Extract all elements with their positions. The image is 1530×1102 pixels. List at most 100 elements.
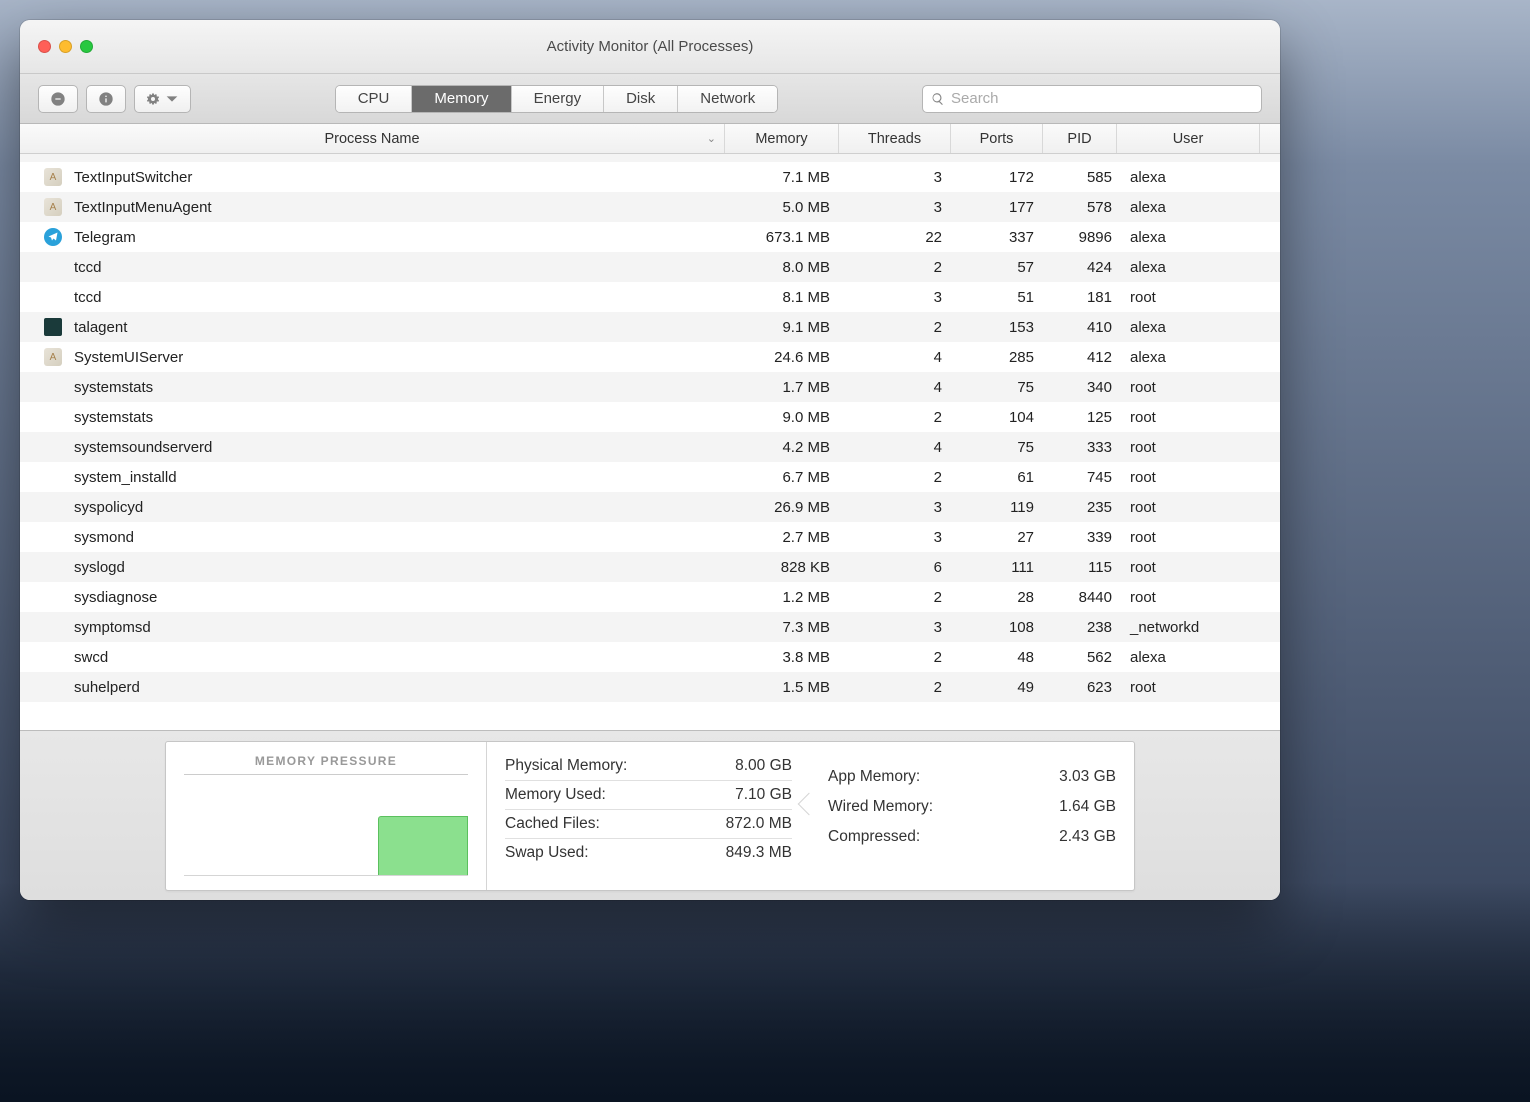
process-user: root xyxy=(1122,499,1264,516)
table-row[interactable]: sysdiagnose1.2 MB2288440root xyxy=(20,582,1280,612)
column-threads[interactable]: Threads xyxy=(839,124,951,153)
table-row[interactable]: ATextInputSwitcher7.1 MB3172585alexa xyxy=(20,162,1280,192)
process-threads: 2 xyxy=(844,679,956,696)
memory-pressure-label: MEMORY PRESSURE xyxy=(184,754,468,775)
process-threads: 4 xyxy=(844,349,956,366)
process-name: systemsoundserverd xyxy=(68,439,730,456)
table-row[interactable]: swcd3.8 MB248562alexa xyxy=(20,642,1280,672)
tab-memory[interactable]: Memory xyxy=(412,86,511,112)
table-row[interactable]: ATextInputMenuAgent5.0 MB3177578alexa xyxy=(20,192,1280,222)
table-row[interactable]: Telegram673.1 MB223379896alexa xyxy=(20,222,1280,252)
column-ports[interactable]: Ports xyxy=(951,124,1043,153)
search-input[interactable] xyxy=(951,90,1253,107)
process-pid: 339 xyxy=(1048,529,1122,546)
table-row[interactable]: thermald676 KB231310root xyxy=(20,154,1280,162)
info-icon xyxy=(98,91,114,107)
process-threads: 3 xyxy=(844,619,956,636)
column-memory[interactable]: Memory xyxy=(725,124,839,153)
process-pid: 585 xyxy=(1048,169,1122,186)
table-row[interactable]: tccd8.0 MB257424alexa xyxy=(20,252,1280,282)
search-field[interactable] xyxy=(922,85,1262,113)
process-pid: 8440 xyxy=(1048,589,1122,606)
memory-stats-right: App Memory: 3.03 GB Wired Memory: 1.64 G… xyxy=(810,742,1134,890)
process-ports: 108 xyxy=(956,619,1048,636)
titlebar[interactable]: Activity Monitor (All Processes) xyxy=(20,20,1280,74)
stat-memory-used: Memory Used: 7.10 GB xyxy=(505,781,792,810)
table-row[interactable]: syslogd828 KB6111115root xyxy=(20,552,1280,582)
process-threads: 2 xyxy=(844,409,956,426)
process-threads: 3 xyxy=(844,499,956,516)
stat-label: Physical Memory: xyxy=(505,757,627,775)
table-row[interactable]: talagent9.1 MB2153410alexa xyxy=(20,312,1280,342)
process-memory: 7.3 MB xyxy=(730,619,844,636)
table-row[interactable]: sysmond2.7 MB327339root xyxy=(20,522,1280,552)
process-name: SystemUIServer xyxy=(68,349,730,366)
process-user: root xyxy=(1122,679,1264,696)
process-ports: 104 xyxy=(956,409,1048,426)
process-user: root xyxy=(1122,379,1264,396)
process-pid: 238 xyxy=(1048,619,1122,636)
stat-label: Wired Memory: xyxy=(828,798,933,816)
column-user[interactable]: User xyxy=(1117,124,1259,153)
column-pid[interactable]: PID xyxy=(1043,124,1117,153)
window-controls xyxy=(20,40,93,53)
process-threads: 3 xyxy=(844,199,956,216)
process-threads: 2 xyxy=(844,469,956,486)
sort-indicator-icon: ⌄ xyxy=(707,132,716,145)
process-threads: 3 xyxy=(844,169,956,186)
maximize-button[interactable] xyxy=(80,40,93,53)
process-pid: 578 xyxy=(1048,199,1122,216)
table-row[interactable]: ASystemUIServer24.6 MB4285412alexa xyxy=(20,342,1280,372)
process-pid: 333 xyxy=(1048,439,1122,456)
process-pid: 410 xyxy=(1048,319,1122,336)
process-ports: 119 xyxy=(956,499,1048,516)
minimize-button[interactable] xyxy=(59,40,72,53)
process-name: system_installd xyxy=(68,469,730,486)
process-pid: 235 xyxy=(1048,499,1122,516)
process-icon: A xyxy=(20,168,68,186)
tab-energy[interactable]: Energy xyxy=(512,86,605,112)
tab-disk[interactable]: Disk xyxy=(604,86,678,112)
table-row[interactable]: systemstats1.7 MB475340root xyxy=(20,372,1280,402)
process-name: systemstats xyxy=(68,409,730,426)
process-user: root xyxy=(1122,469,1264,486)
process-memory: 8.1 MB xyxy=(730,289,844,306)
table-row[interactable]: system_installd6.7 MB261745root xyxy=(20,462,1280,492)
close-button[interactable] xyxy=(38,40,51,53)
process-pid: 424 xyxy=(1048,259,1122,276)
process-ports: 57 xyxy=(956,259,1048,276)
stat-value: 2.43 GB xyxy=(1059,828,1116,846)
column-label: Process Name xyxy=(324,131,419,147)
process-ports: 31 xyxy=(956,154,1048,156)
table-row[interactable]: suhelperd1.5 MB249623root xyxy=(20,672,1280,702)
stop-icon xyxy=(50,91,66,107)
process-memory: 9.0 MB xyxy=(730,409,844,426)
activity-monitor-window: Activity Monitor (All Processes) CPUMemo… xyxy=(20,20,1280,900)
table-row[interactable]: tccd8.1 MB351181root xyxy=(20,282,1280,312)
process-threads: 6 xyxy=(844,559,956,576)
process-name: syslogd xyxy=(68,559,730,576)
process-threads: 3 xyxy=(844,529,956,546)
process-pid: 9896 xyxy=(1048,229,1122,246)
chevron-down-icon xyxy=(164,91,180,107)
process-ports: 111 xyxy=(956,559,1048,576)
process-table[interactable]: thermald676 KB231310rootATextInputSwitch… xyxy=(20,154,1280,730)
process-user: alexa xyxy=(1122,259,1264,276)
stat-value: 1.64 GB xyxy=(1059,798,1116,816)
process-ports: 51 xyxy=(956,289,1048,306)
tab-cpu[interactable]: CPU xyxy=(336,86,413,112)
table-row[interactable]: syspolicyd26.9 MB3119235root xyxy=(20,492,1280,522)
process-memory: 8.0 MB xyxy=(730,259,844,276)
info-button[interactable] xyxy=(86,85,126,113)
table-row[interactable]: systemstats9.0 MB2104125root xyxy=(20,402,1280,432)
tab-network[interactable]: Network xyxy=(678,86,777,112)
process-name: talagent xyxy=(68,319,730,336)
process-ports: 153 xyxy=(956,319,1048,336)
table-row[interactable]: systemsoundserverd4.2 MB475333root xyxy=(20,432,1280,462)
process-ports: 49 xyxy=(956,679,1048,696)
column-process-name[interactable]: Process Name ⌄ xyxy=(20,124,725,153)
process-memory: 26.9 MB xyxy=(730,499,844,516)
table-row[interactable]: symptomsd7.3 MB3108238_networkd xyxy=(20,612,1280,642)
stop-process-button[interactable] xyxy=(38,85,78,113)
settings-menu-button[interactable] xyxy=(134,85,191,113)
